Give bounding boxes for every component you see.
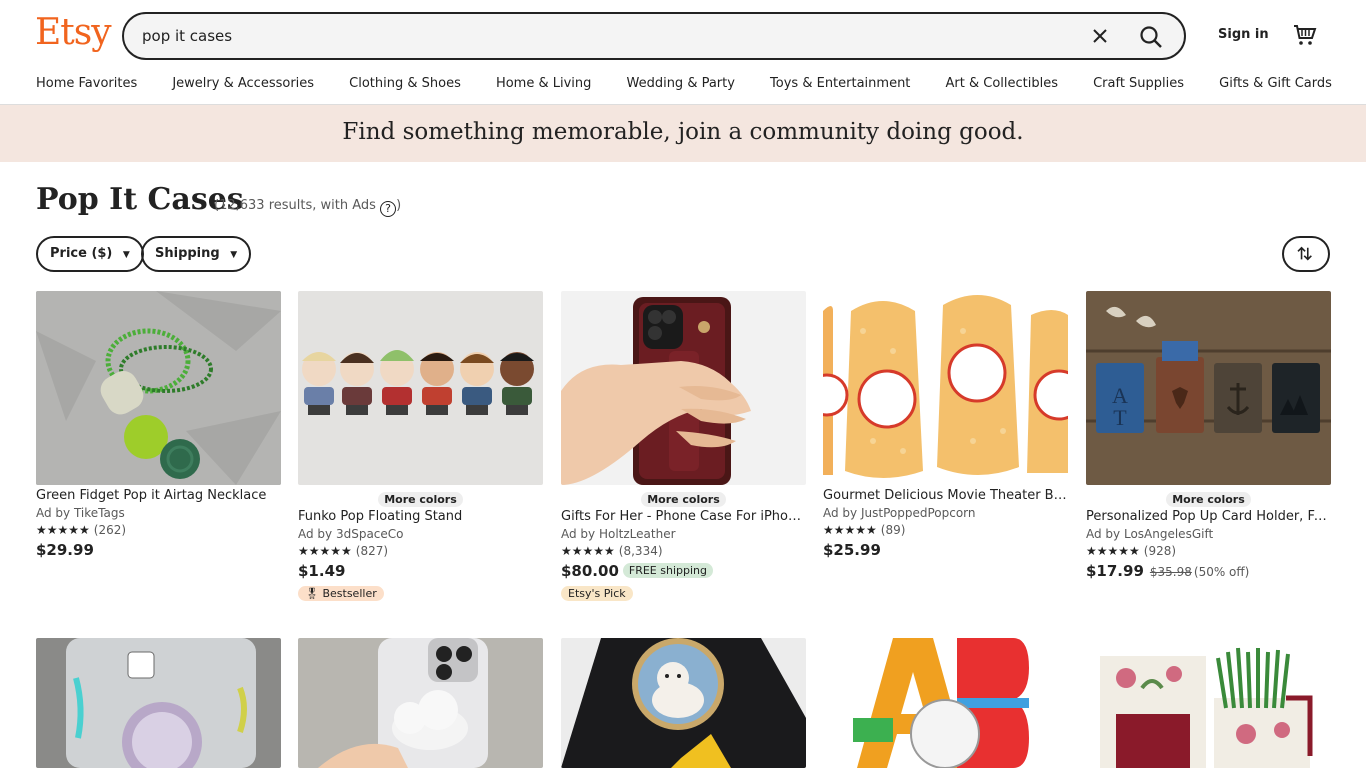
listing-rating: ★★★★★ (89) [823,523,1068,537]
price-filter-button[interactable]: Price ($) ▼ [36,236,144,272]
nav-clothing-shoes[interactable]: Clothing & Shoes [349,76,461,91]
review-count: (262) [93,523,127,537]
sign-in-link[interactable]: Sign in [1218,27,1269,42]
shipping-filter-button[interactable]: Shipping ▼ [141,236,252,272]
search-bar[interactable] [122,12,1186,60]
listing-image[interactable] [36,638,281,768]
star-rating-icon: ★★★★★ [561,544,615,558]
nav-toys-entertainment[interactable]: Toys & Entertainment [770,76,910,91]
search-input[interactable] [142,24,1042,48]
promo-banner: Find something memorable, join a communi… [0,105,1366,162]
original-price: $35.98 [1149,565,1192,579]
etsy-logo[interactable]: Etsy [35,12,112,53]
listing-image[interactable]: A T [1086,291,1331,485]
star-rating-icon: ★★★★★ [1086,544,1140,558]
listing-price: $80.00 FREE shipping [561,562,806,580]
ads-help-icon[interactable]: ? [380,201,397,217]
listing-image[interactable] [298,291,543,485]
chevron-down-icon: ▼ [122,250,130,260]
listing-card[interactable]: Gourmet Delicious Movie Theater Butter P… [823,291,1068,559]
listing-price: $29.99 [36,541,94,559]
listing-shop: Ad by HoltzLeather [561,527,676,541]
listing-image[interactable] [823,291,1068,485]
listing-shop: Ad by 3dSpaceCo [298,527,404,541]
svg-text:T: T [1113,405,1127,430]
listing-shop: Ad by JustPoppedPopcorn [823,506,976,520]
nav-art-collectibles[interactable]: Art & Collectibles [946,76,1058,91]
review-count: (827) [355,544,389,558]
listing-image[interactable] [823,638,1068,768]
listing-title[interactable]: Funko Pop Floating Stand [298,509,543,524]
listing-card[interactable] [823,638,1068,768]
listing-card[interactable] [36,638,281,768]
listing-shop: Ad by LosAngelesGift [1086,527,1214,541]
results-text-close: ) [396,198,402,213]
listing-card[interactable] [561,638,806,768]
results-count: (12,633 results, with Ads ?) [214,198,401,217]
category-nav: Home Favorites Jewelry & Accessories Clo… [36,76,1332,91]
listing-rating: ★★★★★ (262) [36,523,281,537]
listing-title[interactable]: Green Fidget Pop it Airtag Necklace [36,488,281,503]
star-rating-icon: ★★★★★ [823,523,877,537]
listing-card[interactable]: More colors Funko Pop Floating Stand Ad … [298,291,543,601]
listing-card[interactable]: Green Fidget Pop it Airtag Necklace Ad b… [36,291,281,559]
nav-jewelry-accessories[interactable]: Jewelry & Accessories [172,76,314,91]
more-colors-badge: More colors [561,492,806,507]
listing-price: $17.99 $35.98 (50% off) [1086,562,1331,580]
nav-home-favorites[interactable]: Home Favorites [36,76,137,91]
price-value: $17.99 [1086,562,1144,580]
listing-title[interactable]: Gourmet Delicious Movie Theater Butter P… [823,488,1068,503]
review-count: (928) [1143,544,1177,558]
listing-price: $25.99 [823,541,881,559]
bestseller-badge: 🎖 Bestseller [298,586,384,601]
clear-search-icon[interactable] [1088,24,1112,48]
discount-percent: (50% off) [1193,565,1250,579]
results-text: (12,633 results, with Ads [214,198,376,213]
review-count: (8,334) [618,544,663,558]
listing-rating: ★★★★★ (928) [1086,544,1331,558]
award-icon: 🎖 [305,587,319,600]
price-value: $80.00 [561,562,619,580]
listing-rating: ★★★★★ (8,334) [561,544,806,558]
sort-button[interactable] [1282,236,1330,272]
star-rating-icon: ★★★★★ [36,523,90,537]
nav-gifts-gift-cards[interactable]: Gifts & Gift Cards [1219,76,1332,91]
shipping-filter-label: Shipping [155,246,220,261]
nav-craft-supplies[interactable]: Craft Supplies [1093,76,1184,91]
sort-arrows-icon [1297,246,1312,261]
listing-image[interactable] [561,638,806,768]
page-title: Pop It Cases [36,182,244,217]
listing-image[interactable] [36,291,281,485]
site-header: Etsy Sign in Home Favorites Jewelry & Ac… [0,0,1366,105]
listing-card[interactable] [298,638,543,768]
chevron-down-icon: ▼ [230,250,238,260]
free-shipping-badge: FREE shipping [622,563,713,578]
nav-wedding-party[interactable]: Wedding & Party [626,76,734,91]
listing-card[interactable] [1086,638,1331,768]
banner-text: Find something memorable, join a communi… [342,119,1024,145]
listing-card[interactable]: A T More colors Personalized Pop Up Card… [1086,291,1331,580]
more-colors-badge: More colors [298,492,543,507]
price-filter-label: Price ($) [50,246,113,261]
etsys-pick-badge: Etsy's Pick [561,586,633,601]
listing-rating: ★★★★★ (827) [298,544,543,558]
listing-image[interactable] [561,291,806,485]
listing-title[interactable]: Gifts For Her - Phone Case For iPhone 14… [561,509,806,524]
review-count: (89) [880,523,906,537]
listing-image[interactable] [298,638,543,768]
listing-image[interactable] [1086,638,1331,768]
more-colors-badge: More colors [1086,492,1331,507]
nav-home-living[interactable]: Home & Living [496,76,591,91]
listing-title[interactable]: Personalized Pop Up Card Holder, Father'… [1086,509,1331,524]
star-rating-icon: ★★★★★ [298,544,352,558]
listing-shop: Ad by TikeTags [36,506,125,520]
listing-price: $1.49 [298,562,346,580]
cart-icon[interactable] [1293,23,1317,47]
search-icon[interactable] [1138,24,1164,50]
listing-card[interactable]: More colors Gifts For Her - Phone Case F… [561,291,806,601]
